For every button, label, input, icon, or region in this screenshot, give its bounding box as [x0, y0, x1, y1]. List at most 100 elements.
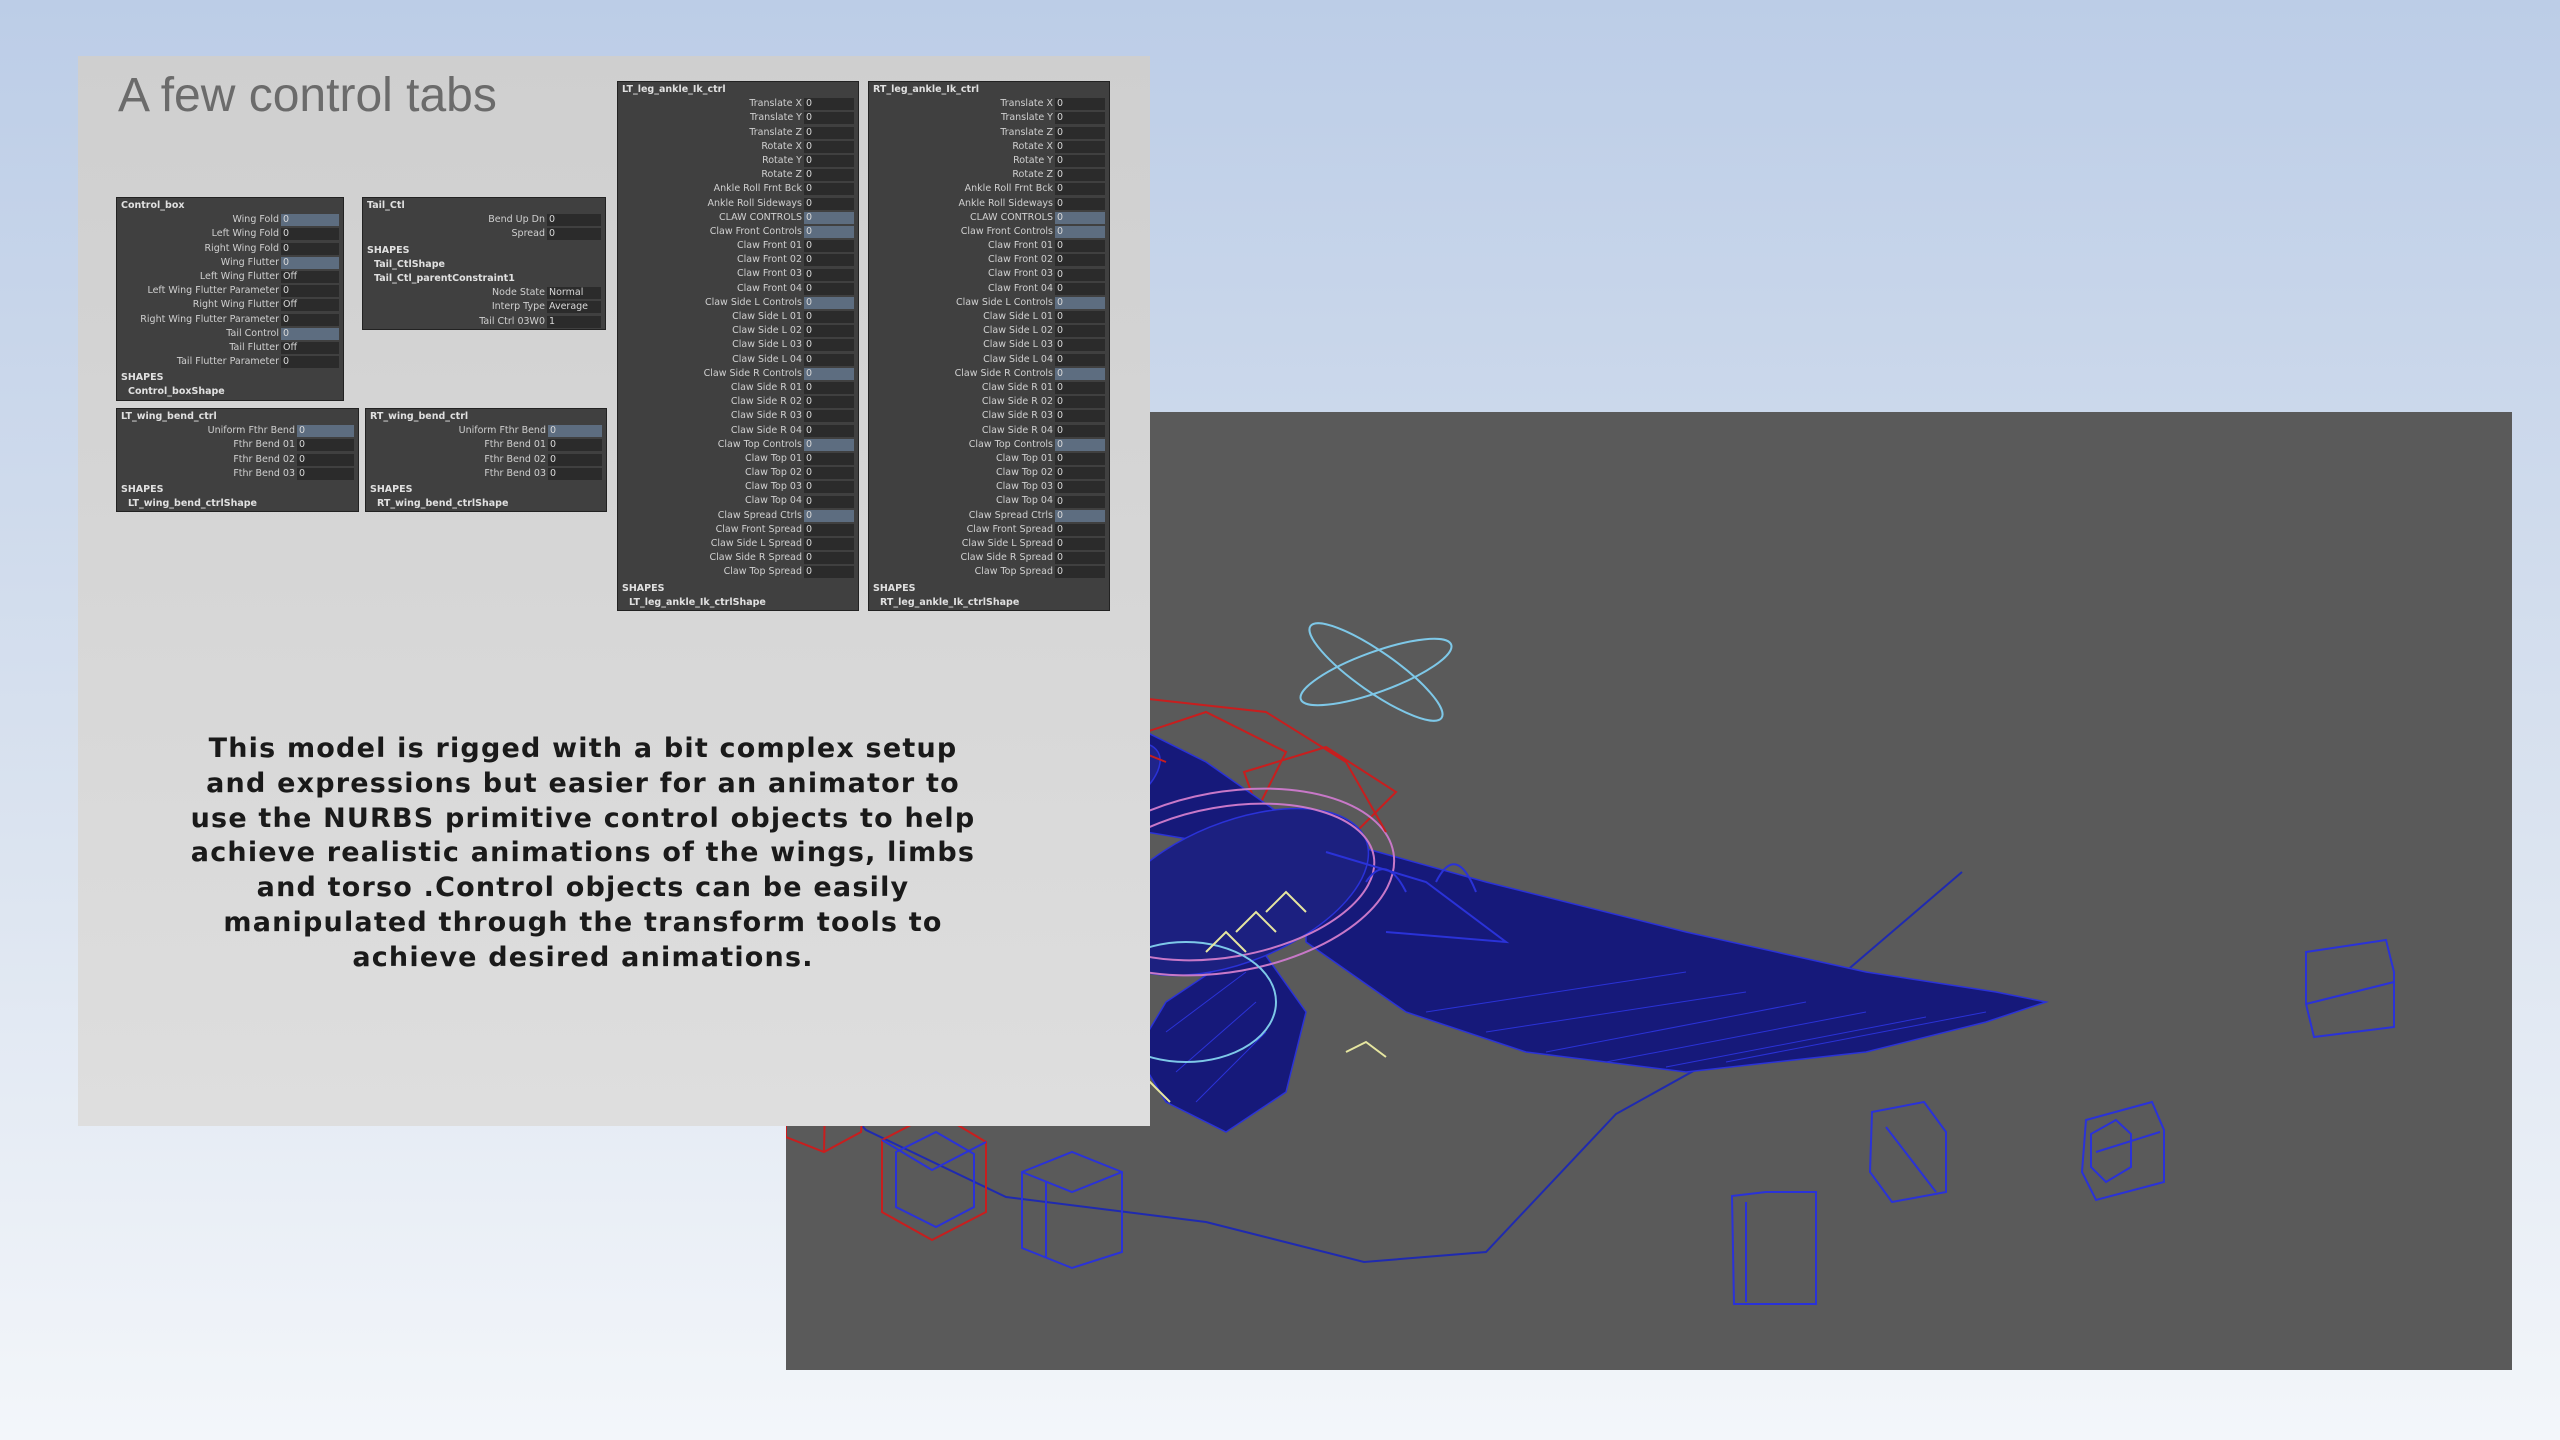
- shape-node-name[interactable]: LT_leg_ankle_Ik_ctrlShape: [618, 596, 858, 610]
- attribute-value-field[interactable]: 0: [1055, 211, 1105, 224]
- attribute-value-field[interactable]: 0: [1055, 538, 1105, 551]
- attribute-value-field[interactable]: 0: [1055, 296, 1105, 309]
- attribute-value-field[interactable]: Average: [547, 301, 601, 314]
- attribute-value-field[interactable]: 0: [1055, 98, 1105, 111]
- attribute-value-field[interactable]: 0: [804, 197, 854, 210]
- attribute-value-field[interactable]: 0: [1055, 325, 1105, 338]
- attribute-value-field[interactable]: 0: [548, 425, 602, 438]
- attribute-value-field[interactable]: 0: [1055, 126, 1105, 139]
- attribute-value-field[interactable]: 0: [804, 254, 854, 267]
- attribute-value-field[interactable]: 0: [297, 467, 354, 480]
- attribute-value-field[interactable]: 0: [281, 356, 339, 369]
- attribute-value-field[interactable]: 0: [1055, 197, 1105, 210]
- attribute-value-field[interactable]: 0: [281, 228, 339, 241]
- attribute-value-field[interactable]: 0: [297, 453, 354, 466]
- attribute-value-field[interactable]: 0: [804, 382, 854, 395]
- attribute-value-field[interactable]: 0: [804, 396, 854, 409]
- attribute-value-field[interactable]: 0: [1055, 353, 1105, 366]
- attribute-value-field[interactable]: 0: [548, 439, 602, 452]
- attribute-value-field[interactable]: 0: [1055, 396, 1105, 409]
- attribute-value-field[interactable]: 0: [547, 228, 601, 241]
- attribute-value-field[interactable]: 0: [804, 424, 854, 437]
- attribute-value-field[interactable]: 0: [1055, 311, 1105, 324]
- attribute-value-field[interactable]: 0: [548, 467, 602, 480]
- shape-node-name[interactable]: Control_boxShape: [117, 385, 343, 399]
- attribute-value-field[interactable]: 0: [804, 268, 854, 281]
- attribute-value-field[interactable]: 0: [281, 242, 339, 255]
- attribute-value-field[interactable]: 0: [1055, 140, 1105, 153]
- attribute-value-field[interactable]: Off: [281, 271, 339, 284]
- attribute-value-field[interactable]: 0: [804, 296, 854, 309]
- attribute-value-field[interactable]: 0: [804, 367, 854, 380]
- attribute-value-field[interactable]: 0: [804, 566, 854, 579]
- attribute-value-field[interactable]: 0: [1055, 183, 1105, 196]
- attribute-value-field[interactable]: 0: [1055, 112, 1105, 125]
- attribute-value-field[interactable]: 0: [804, 112, 854, 125]
- attribute-value-field[interactable]: 0: [1055, 495, 1105, 508]
- attribute-value-field[interactable]: 0: [804, 98, 854, 111]
- attribute-value-field[interactable]: Off: [281, 341, 339, 354]
- attribute-value-field[interactable]: 0: [804, 353, 854, 366]
- attribute-value-field[interactable]: 0: [1055, 467, 1105, 480]
- attribute-value-field[interactable]: 0: [1055, 339, 1105, 352]
- attribute-value-field[interactable]: 0: [804, 240, 854, 253]
- attribute-value-field[interactable]: 0: [548, 453, 602, 466]
- shape-node-name[interactable]: RT_leg_ankle_Ik_ctrlShape: [869, 596, 1109, 610]
- attribute-value-field[interactable]: 0: [1055, 254, 1105, 267]
- attribute-value-field[interactable]: 0: [297, 425, 354, 438]
- attribute-value-field[interactable]: 0: [804, 538, 854, 551]
- attribute-value-field[interactable]: 0: [1055, 552, 1105, 565]
- attribute-value-field[interactable]: 0: [1055, 240, 1105, 253]
- attribute-value-field[interactable]: 0: [804, 169, 854, 182]
- attribute-value-field[interactable]: 0: [1055, 225, 1105, 238]
- attribute-value-field[interactable]: 0: [1055, 424, 1105, 437]
- attribute-value-field[interactable]: 0: [804, 495, 854, 508]
- attribute-value-field[interactable]: 0: [804, 452, 854, 465]
- attribute-value-field[interactable]: 0: [804, 410, 854, 423]
- attribute-value-field[interactable]: 0: [1055, 523, 1105, 536]
- shape-node-name[interactable]: RT_wing_bend_ctrlShape: [366, 497, 606, 511]
- attribute-value-field[interactable]: 0: [804, 155, 854, 168]
- attribute-value-field[interactable]: 0: [804, 509, 854, 522]
- attribute-value-field[interactable]: 0: [1055, 438, 1105, 451]
- attribute-value-field[interactable]: 0: [804, 325, 854, 338]
- attribute-value-field[interactable]: 0: [804, 311, 854, 324]
- attribute-value-field[interactable]: 0: [281, 256, 339, 269]
- shape-node-name[interactable]: LT_wing_bend_ctrlShape: [117, 497, 358, 511]
- shape-node-name[interactable]: Tail_Ctl_parentConstraint1: [363, 272, 605, 286]
- attribute-value-field[interactable]: 0: [804, 282, 854, 295]
- attribute-value-field[interactable]: 0: [1055, 268, 1105, 281]
- attribute-value-field[interactable]: 0: [804, 467, 854, 480]
- attribute-value-field[interactable]: 0: [1055, 169, 1105, 182]
- attribute-value-field[interactable]: 0: [804, 183, 854, 196]
- attribute-value-field[interactable]: 0: [281, 285, 339, 298]
- attribute-value-field[interactable]: 0: [547, 214, 601, 227]
- attribute-value-field[interactable]: 0: [1055, 367, 1105, 380]
- attribute-value-field[interactable]: 0: [804, 140, 854, 153]
- attribute-value-field[interactable]: 0: [1055, 566, 1105, 579]
- attribute-value-field[interactable]: 0: [1055, 452, 1105, 465]
- attribute-value-field[interactable]: 0: [297, 439, 354, 452]
- attribute-value-field[interactable]: 0: [804, 126, 854, 139]
- attribute-value-field[interactable]: Off: [281, 299, 339, 312]
- attribute-value-field[interactable]: 0: [804, 481, 854, 494]
- shape-node-name[interactable]: Tail_CtlShape: [363, 258, 605, 272]
- attribute-label: Claw Side L 03: [983, 339, 1053, 351]
- attribute-value-field[interactable]: 0: [281, 214, 339, 227]
- attribute-value-field[interactable]: 0: [804, 211, 854, 224]
- attribute-value-field[interactable]: 0: [1055, 155, 1105, 168]
- attribute-value-field[interactable]: 1: [547, 315, 601, 328]
- attribute-value-field[interactable]: 0: [804, 438, 854, 451]
- attribute-value-field[interactable]: 0: [281, 327, 339, 340]
- attribute-value-field[interactable]: 0: [1055, 481, 1105, 494]
- attribute-value-field[interactable]: 0: [804, 523, 854, 536]
- attribute-value-field[interactable]: 0: [804, 339, 854, 352]
- attribute-value-field[interactable]: 0: [1055, 410, 1105, 423]
- attribute-value-field[interactable]: 0: [1055, 382, 1105, 395]
- attribute-value-field[interactable]: 0: [1055, 509, 1105, 522]
- attribute-value-field[interactable]: 0: [804, 225, 854, 238]
- attribute-value-field[interactable]: 0: [804, 552, 854, 565]
- attribute-value-field[interactable]: 0: [1055, 282, 1105, 295]
- attribute-value-field[interactable]: 0: [281, 313, 339, 326]
- attribute-value-field[interactable]: Normal: [547, 287, 601, 300]
